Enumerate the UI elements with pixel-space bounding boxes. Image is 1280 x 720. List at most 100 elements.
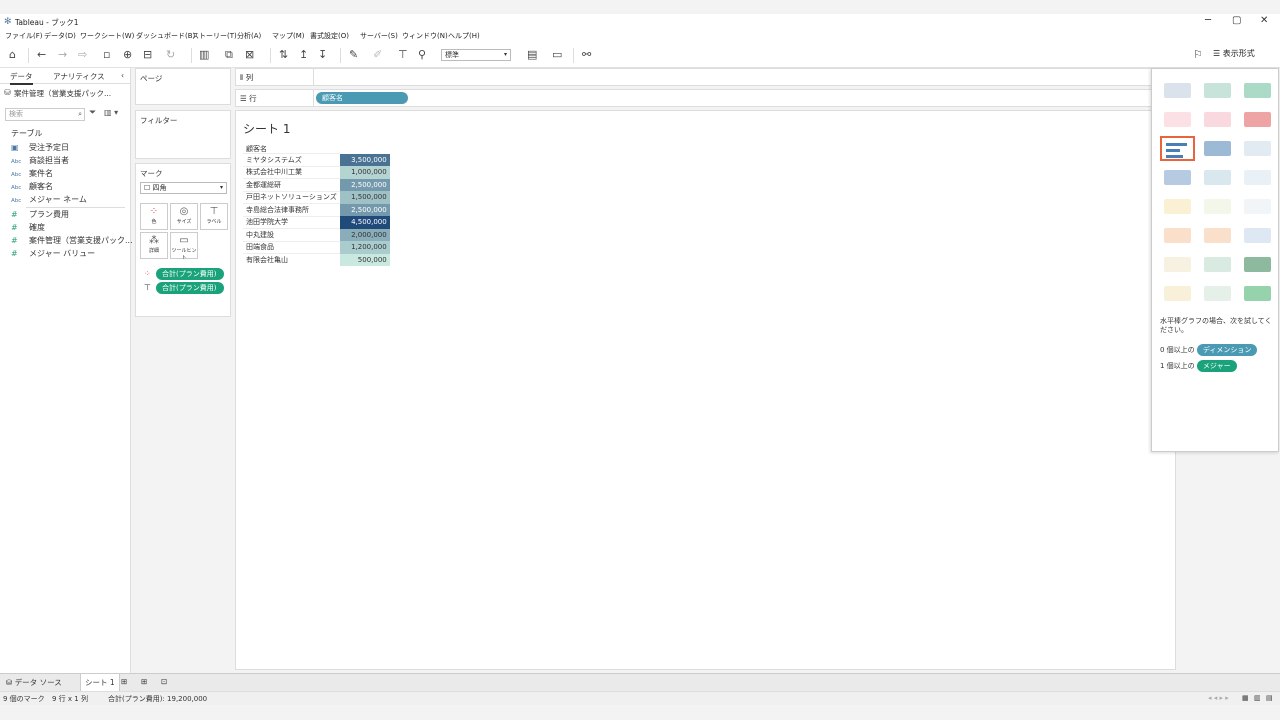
menu-window[interactable]: ウィンドウ(N) [402,31,448,41]
show-me-histogram-icon[interactable] [1200,252,1235,277]
show-cards-icon[interactable]: ▤ [527,48,537,62]
color-button[interactable]: ⁘ 色 [140,203,168,230]
replay-icon[interactable]: ⇨ [78,48,87,62]
field-item[interactable]: Abc 顧客名 [11,181,53,192]
menu-file[interactable]: ファイル(F) [5,31,43,41]
customer-name-cell[interactable]: 金都運総研 [243,178,340,191]
show-me-treemap-icon[interactable] [1160,165,1195,190]
plan-cost-cell[interactable]: 2,500,000 [339,178,390,191]
customer-name-cell[interactable]: 戸田ネットソリューションズ [243,190,340,204]
close-button[interactable]: ✕ [1260,15,1268,26]
plan-cost-cell[interactable]: 4,500,000 [339,216,390,229]
show-me-scatter-plot-icon[interactable] [1160,252,1195,277]
menu-dashboard[interactable]: ダッシュボード(B) [136,31,195,41]
detail-button[interactable]: ⁂ 詳細 [140,232,168,259]
show-me-side-by-side-circles-icon[interactable] [1240,165,1275,190]
view-options-icon[interactable]: ▥ ▾ [104,108,118,117]
show-me-side-by-side-bars-icon[interactable] [1240,136,1275,161]
highlight-icon[interactable]: ✎ [349,48,358,62]
field-item[interactable]: # 案件管理（営業支援パック... [11,235,133,246]
menu-data[interactable]: データ(D) [44,31,76,41]
mark-type-dropdown[interactable]: ☐ 四角 ▾ [140,182,227,194]
customer-name-cell[interactable]: 寺島総合法律事務所 [243,203,340,216]
label-button[interactable]: ⊤ ラベル [200,203,228,230]
clear-sheet-icon[interactable]: ⊠ [245,48,254,62]
show-me-box-whisker-icon[interactable] [1240,252,1275,277]
presentation-icon[interactable]: ▭ [552,48,562,62]
new-dashboard-icon[interactable]: ⊞ [141,677,147,686]
show-me-packed-bubbles-icon[interactable] [1240,281,1275,306]
menu-format[interactable]: 書式設定(O) [310,31,349,41]
pages-card[interactable]: ページ [135,68,231,105]
home-icon[interactable]: ⌂ [9,48,16,62]
sort-ascending-icon[interactable]: ↥ [299,48,308,62]
size-button[interactable]: ◎ サイズ [170,203,198,230]
label-measure-pill[interactable]: 合計(プラン費用) [156,282,224,294]
customer-name-cell[interactable]: 有限会社亀山 [243,253,340,266]
plan-cost-cell[interactable]: 1,500,000 [339,191,390,204]
sort-descending-icon[interactable]: ↧ [318,48,327,62]
pin-icon[interactable]: ⚐ [1193,48,1203,62]
customer-name-cell[interactable]: 池田学院大学 [243,215,340,229]
menu-analysis[interactable]: 分析(A) [237,31,261,41]
plan-cost-cell[interactable]: 2,000,000 [339,228,390,241]
new-datasource-icon[interactable]: ⊕ [123,48,132,62]
show-me-area-continuous-icon[interactable] [1160,223,1195,248]
datasource-name[interactable]: 案件管理（営業支援パック... [14,88,111,99]
menu-story[interactable]: ストーリー(T) [192,31,237,41]
field-search-input[interactable]: 検索 ⌕ [5,108,85,121]
menu-server[interactable]: サーバー(S) [360,31,398,41]
show-me-discrete-lines-icon[interactable] [1200,194,1235,219]
show-me-horizontal-bars-icon[interactable] [1160,136,1195,161]
minimize-button[interactable]: ─ [1205,15,1211,26]
field-item[interactable]: # メジャー バリュー [11,248,95,259]
customer-name-cell[interactable]: 田端食品 [243,240,340,254]
new-story-icon[interactable]: ⊡ [161,677,167,686]
show-me-area-discrete-icon[interactable] [1200,223,1235,248]
field-item[interactable]: Abc 案件名 [11,168,53,179]
tab-analytics[interactable]: アナリティクス [53,71,105,82]
show-me-filled-map-icon[interactable] [1200,107,1235,132]
fix-axes-icon[interactable]: ⚲ [418,48,426,62]
sheet-tab[interactable]: シート 1 [80,674,120,691]
sheet-nav-icon[interactable]: ◂ ◂ ▸ ▸ [1208,694,1229,702]
refresh-icon[interactable]: ↻ [166,48,175,62]
field-item[interactable]: Abc メジャー ネーム [11,194,87,205]
show-me-highlight-table-icon[interactable] [1240,78,1275,103]
collapse-pane-button[interactable]: ‹ [121,71,124,80]
redo-icon[interactable]: → [58,48,67,62]
group-icon[interactable]: ✐ [373,48,382,62]
show-labels-icon[interactable]: ⊤ [398,48,408,62]
share-icon[interactable]: ⚯ [582,48,591,62]
show-me-stacked-bars-icon[interactable] [1200,136,1235,161]
pause-update-icon[interactable]: ⊟ [143,48,152,62]
datasource-tab[interactable]: ⛁ データ ソース [6,677,62,688]
show-me-continuous-lines-icon[interactable] [1160,194,1195,219]
filters-card[interactable]: フィルター [135,110,231,159]
show-me-dual-lines-icon[interactable] [1240,194,1275,219]
customer-name-pill[interactable]: 顧客名 [316,92,408,104]
sheet-title[interactable]: シート 1 [243,120,290,137]
plan-cost-cell[interactable]: 500,000 [339,253,390,266]
rows-shelf[interactable]: ☰ 行 顧客名 [235,89,1176,107]
new-worksheet-icon[interactable]: ⊞ [121,677,127,686]
customer-name-cell[interactable]: 株式会社中川工業 [243,165,340,179]
field-item[interactable]: ▣ 受注予定日 [11,142,69,153]
customer-name-cell[interactable]: 中丸建設 [243,228,340,241]
filmstrip-icon[interactable]: ▥ [1254,694,1261,702]
menu-map[interactable]: マップ(M) [272,31,305,41]
show-me-gantt-chart-icon[interactable] [1160,281,1195,306]
columns-shelf[interactable]: ⦀ 列 [235,68,1176,86]
customer-name-cell[interactable]: ミヤタシステムズ [243,153,340,166]
menu-help[interactable]: ヘルプ(H) [448,31,480,41]
show-me-pie-chart-icon[interactable] [1240,107,1275,132]
new-worksheet-icon[interactable]: ▥ [199,48,209,62]
fit-select[interactable]: 標準 ▾ [441,49,511,61]
field-item[interactable]: # プラン費用 [11,209,69,220]
show-me-text-table-icon[interactable] [1160,78,1195,103]
color-measure-pill[interactable]: 合計(プラン費用) [156,268,224,280]
plan-cost-cell[interactable]: 1,000,000 [339,166,390,179]
duplicate-sheet-icon[interactable]: ⧉ [225,48,233,62]
show-me-heat-map-icon[interactable] [1200,78,1235,103]
swap-rows-columns-icon[interactable]: ⇅ [279,48,288,62]
